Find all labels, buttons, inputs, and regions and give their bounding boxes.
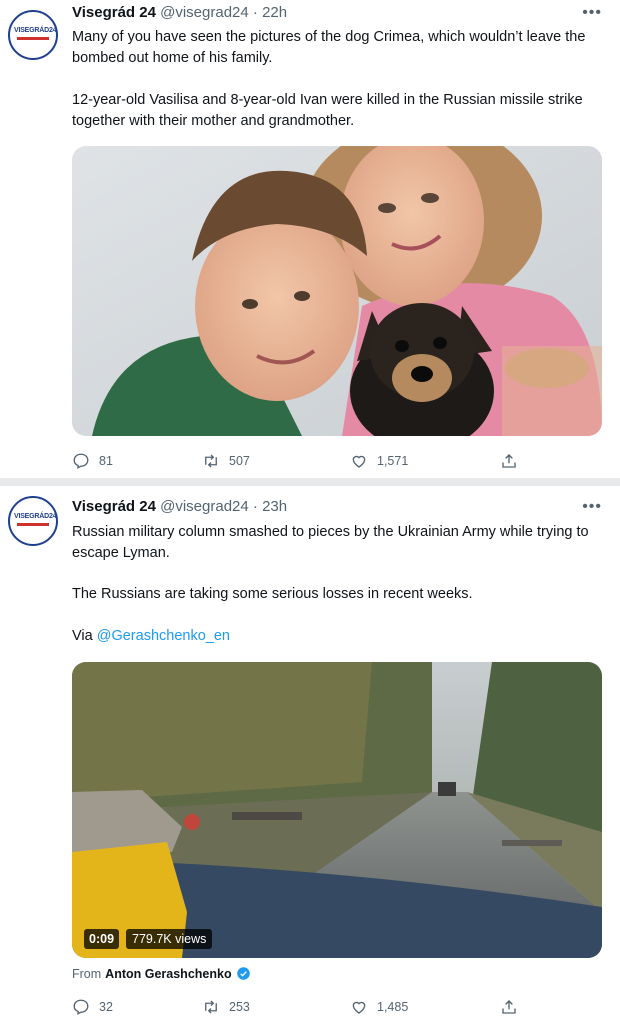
retweet-button[interactable]: 253 <box>202 996 250 1018</box>
via-line: Via @Gerashchenko_en <box>72 626 592 647</box>
from-prefix: From <box>72 966 102 981</box>
from-name[interactable]: Anton Gerashchenko <box>105 967 231 981</box>
retweet-icon <box>205 454 217 468</box>
video-duration: 0:09 <box>84 929 120 949</box>
avatar[interactable]: VISEGRÁD24 <box>8 10 58 60</box>
mention-link[interactable]: @Gerashchenko_en <box>97 628 230 644</box>
author-name[interactable]: Visegrád 24 <box>72 4 156 21</box>
like-count: 1,571 <box>377 454 409 468</box>
like-icon <box>352 455 366 468</box>
retweet-count: 253 <box>229 1000 250 1014</box>
share-icon <box>502 454 516 468</box>
avatar-logo-text: VISEGRÁD24 <box>14 27 57 34</box>
share-icon <box>502 1000 516 1014</box>
tweet-1[interactable]: VISEGRÁD24 Visegrád 24 @visegrad24 · 22h… <box>0 0 620 478</box>
avatar[interactable]: VISEGRÁD24 <box>8 496 58 546</box>
tweet-divider <box>0 478 620 486</box>
more-icon[interactable]: ••• <box>582 498 602 516</box>
via-prefix: Via <box>72 628 97 644</box>
more-icon[interactable]: ••• <box>582 4 602 22</box>
avatar-logo-text: VISEGRÁD24 <box>14 513 57 520</box>
retweet-button[interactable]: 507 <box>202 450 250 472</box>
video-views: 779.7K views <box>126 929 213 949</box>
tweet-text-paragraph: Russian military column smashed to piece… <box>72 524 589 561</box>
reply-count: 32 <box>99 1000 113 1014</box>
separator-dot: · <box>252 498 258 515</box>
photo-children-with-puppy <box>72 146 602 436</box>
author-name[interactable]: Visegrád 24 <box>72 498 156 515</box>
retweet-icon <box>205 1000 217 1014</box>
tweet-2[interactable]: VISEGRÁD24 Visegrád 24 @visegrad24 · 23h… <box>0 486 620 1024</box>
author-handle[interactable]: @visegrad24 <box>160 4 249 21</box>
tweet-time[interactable]: 22h <box>262 4 287 21</box>
tweet-video[interactable] <box>72 662 602 958</box>
like-button[interactable]: 1,485 <box>350 996 408 1018</box>
video-source: From Anton Gerashchenko <box>72 966 251 981</box>
video-road-column <box>72 662 602 958</box>
reply-button[interactable]: 32 <box>72 996 113 1018</box>
tweet-header: Visegrád 24 @visegrad24 · 23h <box>72 498 287 518</box>
verified-icon <box>236 967 250 980</box>
tweet-text-paragraph: Many of you have seen the pictures of th… <box>72 29 586 66</box>
tweet-actions: 32 253 1,485 <box>72 996 532 1018</box>
reply-count: 81 <box>99 454 113 468</box>
reply-button[interactable]: 81 <box>72 450 113 472</box>
tweet-text-paragraph: 12-year-old Vasilisa and 8-year-old Ivan… <box>72 92 583 129</box>
tweet-actions: 81 507 1,571 <box>72 450 532 472</box>
retweet-count: 507 <box>229 454 250 468</box>
reply-icon <box>73 999 89 1015</box>
separator-dot: · <box>252 4 258 21</box>
tweet-header: Visegrád 24 @visegrad24 · 22h <box>72 4 287 24</box>
share-button[interactable] <box>500 996 527 1018</box>
reply-icon <box>73 453 89 469</box>
avatar-logo-bar <box>17 523 49 526</box>
author-handle[interactable]: @visegrad24 <box>160 498 249 515</box>
tweet-time[interactable]: 23h <box>262 498 287 515</box>
like-count: 1,485 <box>377 1000 409 1014</box>
like-button[interactable]: 1,571 <box>350 450 408 472</box>
share-button[interactable] <box>500 450 527 472</box>
tweet-photo[interactable] <box>72 146 602 436</box>
like-icon <box>352 1001 366 1014</box>
avatar-logo-bar <box>17 37 49 40</box>
tweet-text-paragraph: The Russians are taking some serious los… <box>72 586 473 602</box>
